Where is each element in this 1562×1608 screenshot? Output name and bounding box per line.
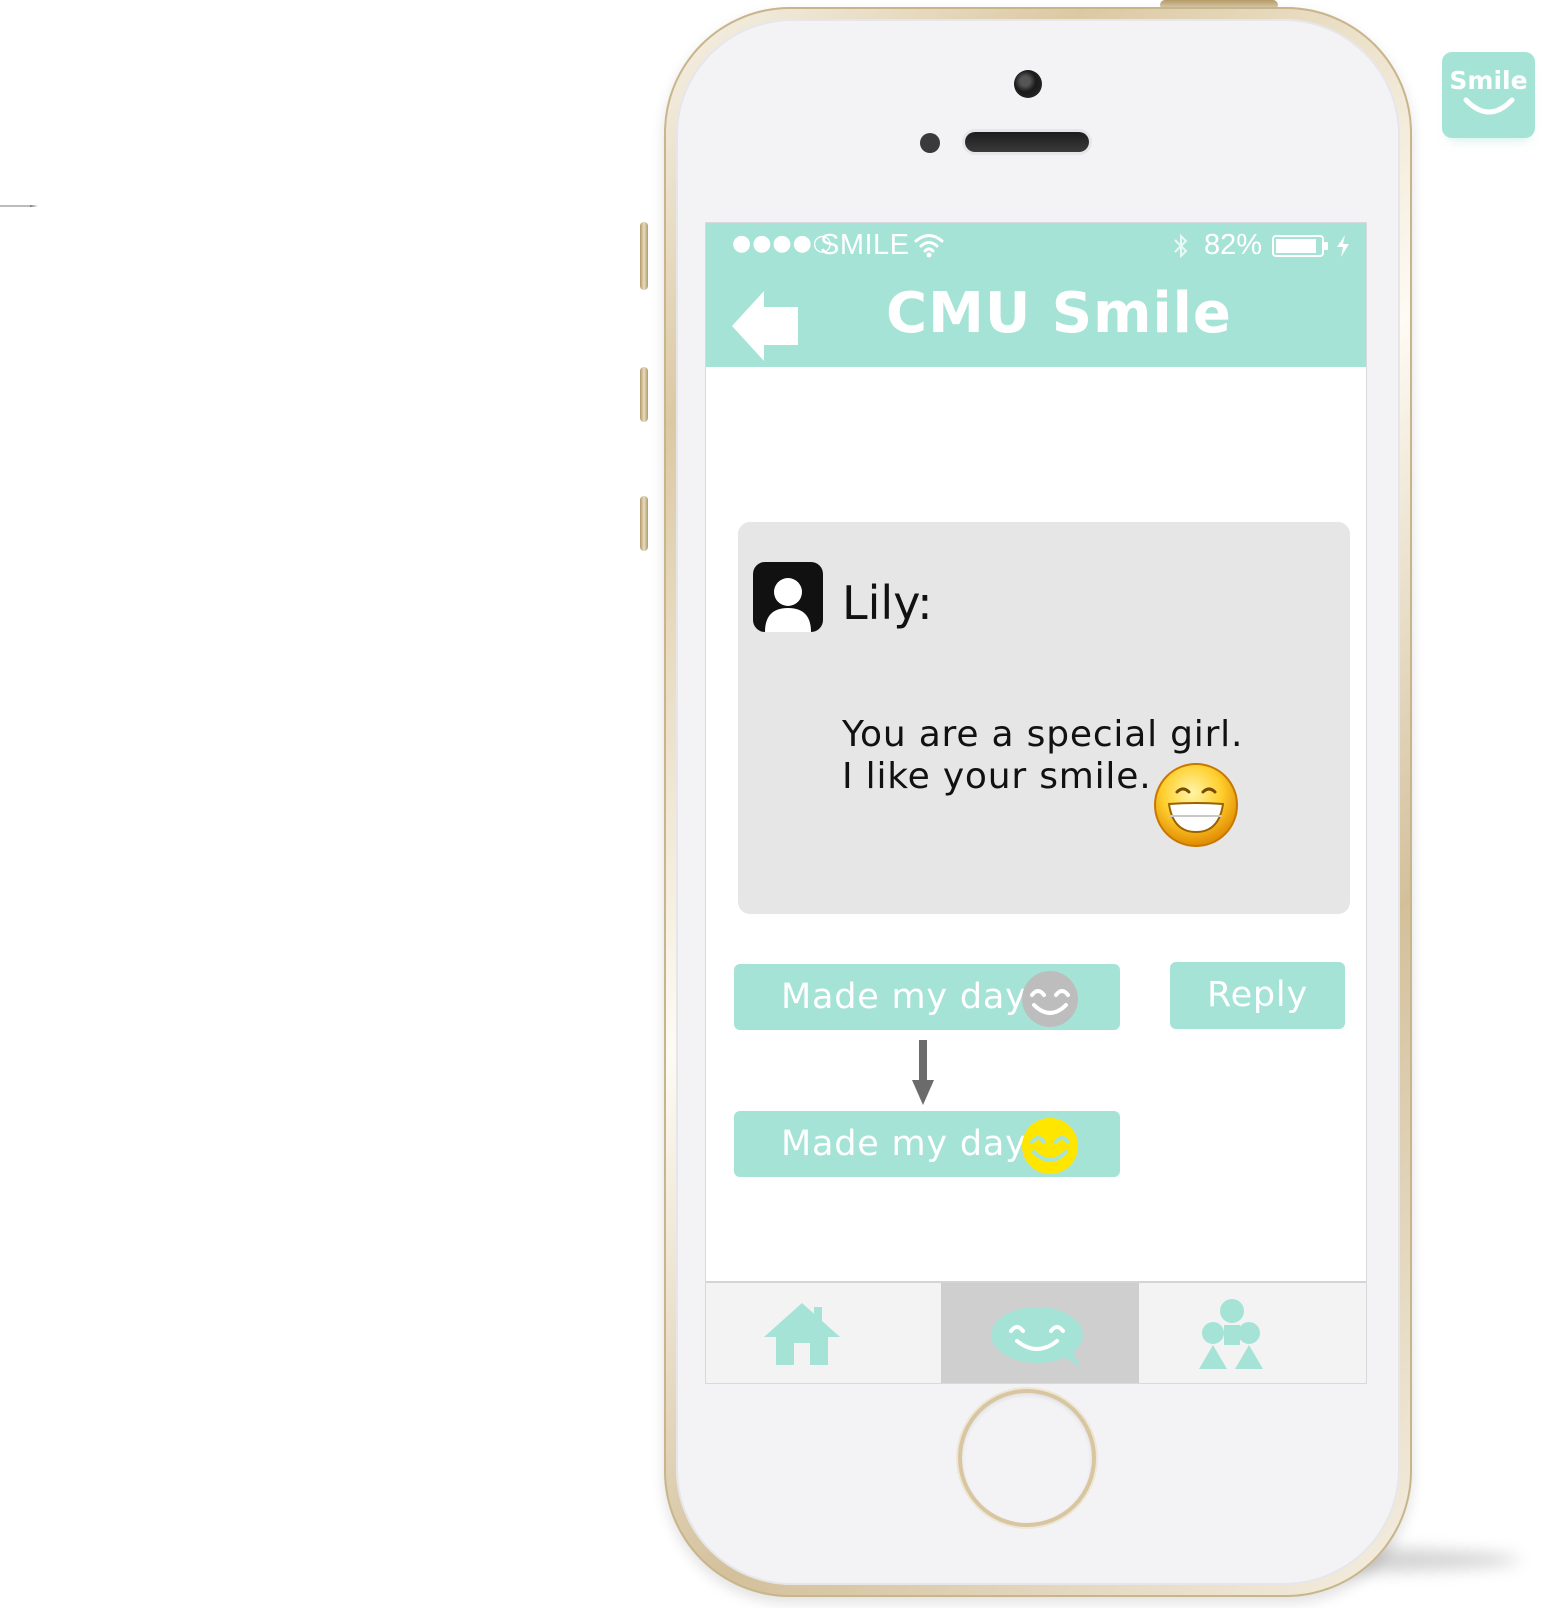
tab-bar (706, 1281, 1366, 1383)
made-my-day-active-button[interactable]: Made my day! (734, 1111, 1120, 1177)
smile-inactive-icon (1022, 971, 1078, 1027)
battery-percent: 82% (1204, 229, 1263, 261)
tab-smile[interactable] (941, 1283, 1139, 1383)
status-bar: ●●●●○ SMILE 82% (706, 223, 1366, 269)
message-line: You are a special girl. (842, 714, 1244, 755)
app-logo: Smile (1442, 52, 1535, 138)
made-my-day-active-label: Made my day! (781, 1124, 1042, 1164)
tab-people[interactable] (1139, 1283, 1366, 1383)
home-icon (764, 1303, 840, 1365)
app-title: CMU Smile (886, 281, 1232, 346)
home-button[interactable] (962, 1393, 1092, 1523)
app-screen: ●●●●○ SMILE 82% CMU Smile Lily: You are … (706, 223, 1366, 1383)
signal-strength: ●●●●○ (732, 231, 833, 256)
back-arrow-icon[interactable] (732, 291, 802, 361)
wifi-icon (914, 234, 944, 258)
tab-home[interactable] (706, 1283, 941, 1383)
battery-icon (1272, 235, 1328, 257)
grin-emoji-icon (1154, 763, 1238, 847)
mute-switch (640, 222, 648, 290)
front-camera-icon (1014, 70, 1042, 98)
sender-name: Lily: (842, 576, 933, 630)
bluetooth-icon (1174, 233, 1188, 259)
user-avatar-icon[interactable] (753, 562, 823, 632)
smile-active-icon (1022, 1118, 1078, 1174)
volume-up-button (640, 367, 648, 422)
earpiece-speaker (965, 132, 1089, 152)
app-logo-text: Smile (1449, 66, 1528, 95)
reply-button[interactable]: Reply (1170, 962, 1345, 1029)
down-arrow-icon (912, 1040, 934, 1105)
arrow-connector-icon (0, 205, 38, 207)
made-my-day-button[interactable]: Made my day! (734, 964, 1120, 1030)
charging-icon (1337, 235, 1349, 257)
volume-down-button (640, 496, 648, 551)
proximity-sensor (920, 133, 940, 153)
logo-smile-icon (1463, 97, 1515, 115)
person-silhouette-icon (765, 578, 811, 632)
message-card: Lily: You are a special girl. I like you… (738, 522, 1350, 914)
people-icon (1199, 1299, 1263, 1369)
made-my-day-label: Made my day! (781, 977, 1042, 1017)
carrier-name: SMILE (820, 229, 910, 261)
nav-bar: CMU Smile (706, 269, 1366, 367)
smile-chat-icon (991, 1307, 1083, 1367)
